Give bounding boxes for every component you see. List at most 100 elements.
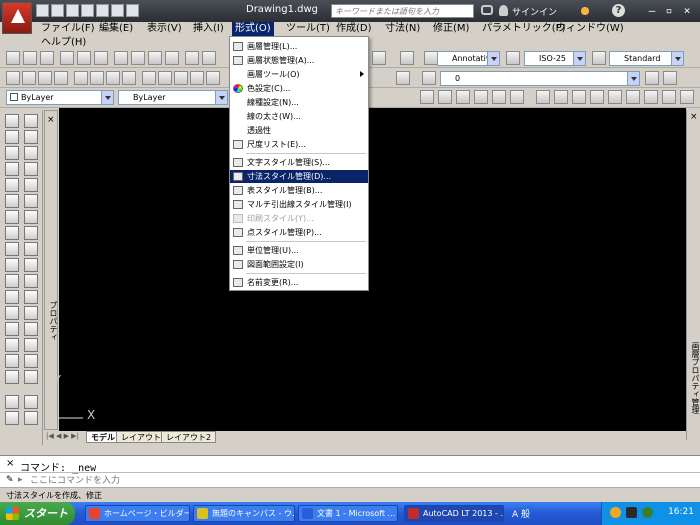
text-style-select[interactable]: Standard — [609, 51, 684, 66]
print-icon[interactable] — [96, 4, 109, 17]
snap-tracking-icon[interactable] — [420, 90, 434, 104]
signin-button[interactable]: サインイン — [512, 5, 557, 18]
menu-file[interactable]: ファイル(F) — [38, 22, 98, 36]
save-icon[interactable] — [66, 4, 79, 17]
offset-icon[interactable] — [24, 162, 38, 176]
taskbar-item-word[interactable]: 文書 1 - Microsoft ... — [298, 505, 398, 522]
scale-icon[interactable] — [24, 226, 38, 240]
design-center-icon[interactable] — [5, 411, 19, 425]
cut-icon[interactable] — [114, 51, 128, 65]
taskbar-item-canvas[interactable]: 無題のキャンバス - ウ... — [193, 505, 295, 522]
tab-nav-arrows[interactable]: |◀ ◀ ▶ ▶| — [46, 432, 79, 440]
make-current-icon[interactable] — [645, 71, 659, 85]
trim-icon[interactable] — [24, 258, 38, 272]
help-toolbar-icon[interactable] — [400, 51, 414, 65]
mtext-icon[interactable] — [24, 370, 38, 384]
text-style-toolbar-icon[interactable] — [424, 51, 438, 65]
draw-line-icon[interactable] — [5, 114, 19, 128]
clock[interactable]: 16:21 — [668, 507, 694, 517]
extension-snap-icon[interactable] — [510, 90, 524, 104]
binoculars-icon[interactable] — [481, 5, 493, 15]
user-icon[interactable] — [499, 5, 508, 16]
tray-network-icon[interactable] — [626, 507, 637, 518]
menu-item-multileader-style[interactable]: マルチ引出線スタイル管理(I) — [230, 198, 368, 211]
dim-style-toolbar-icon[interactable] — [506, 51, 520, 65]
chevron-right-icon[interactable]: ▸ — [18, 475, 23, 485]
close-icon[interactable]: × — [680, 4, 694, 17]
cloud-icon[interactable] — [5, 226, 19, 240]
table-style-toolbar-icon[interactable] — [592, 51, 606, 65]
match-properties-icon[interactable] — [165, 51, 179, 65]
xline-icon[interactable] — [5, 130, 19, 144]
close-icon[interactable]: × — [690, 112, 698, 122]
menu-item-units[interactable]: 単位管理(U)... — [230, 244, 368, 257]
new-icon[interactable] — [36, 4, 49, 17]
menu-tools[interactable]: ツール(T) — [283, 22, 333, 36]
menu-item-drawing-limits[interactable]: 図面範囲設定(I) — [230, 258, 368, 271]
menu-item-table-style[interactable]: 表スタイル管理(B)... — [230, 184, 368, 197]
table-icon[interactable] — [5, 370, 19, 384]
draw-circle-icon[interactable] — [5, 210, 19, 224]
layer-select[interactable]: 0 — [440, 71, 640, 86]
rotate-icon[interactable] — [24, 210, 38, 224]
menu-item-layer-manager[interactable]: 画層管理(L)... — [230, 40, 368, 53]
mirror-icon[interactable] — [24, 146, 38, 160]
redo-toolbar-icon[interactable] — [202, 51, 216, 65]
copy-object-icon[interactable] — [24, 130, 38, 144]
insert-block-icon[interactable] — [5, 290, 19, 304]
draw-spline-icon[interactable] — [5, 242, 19, 256]
layer-match-icon[interactable] — [663, 71, 677, 85]
draw-polygon-icon[interactable] — [5, 162, 19, 176]
revision-cloud-icon[interactable] — [106, 71, 120, 85]
hatch-icon[interactable] — [5, 338, 19, 352]
calculator-icon[interactable] — [372, 51, 386, 65]
color-select[interactable]: ByLayer — [6, 90, 114, 105]
tangent-snap-icon[interactable] — [572, 90, 586, 104]
dim-linear-icon[interactable] — [142, 71, 156, 85]
taskbar-item-autocad[interactable]: AutoCAD LT 2013 - ... — [404, 505, 504, 522]
layer-previous-icon[interactable] — [396, 71, 410, 85]
open-file-icon[interactable] — [23, 51, 37, 65]
ellipse-icon[interactable] — [5, 258, 19, 272]
layer-properties-strip[interactable]: × 画層プロパティ管理 — [686, 110, 700, 440]
close-icon[interactable]: × — [47, 115, 55, 125]
tray-security-icon[interactable] — [642, 507, 653, 518]
ime-indicator[interactable]: A 般 — [512, 507, 530, 520]
paste-icon[interactable] — [148, 51, 162, 65]
annotation-scale-select[interactable]: Annotative — [437, 51, 500, 66]
osnap-settings-icon[interactable] — [680, 90, 694, 104]
apparent-intersection-icon[interactable] — [492, 90, 506, 104]
taskbar-item-homepage-builder[interactable]: ホームページ・ビルダー... — [85, 505, 190, 522]
undo-toolbar-icon[interactable] — [185, 51, 199, 65]
line-icon[interactable] — [6, 71, 20, 85]
properties-icon[interactable] — [5, 395, 19, 409]
menu-item-layer-tools[interactable]: 画層ツール(O) — [230, 68, 368, 81]
redo-icon[interactable] — [126, 4, 139, 17]
point-icon[interactable] — [5, 322, 19, 336]
ellipse-arc-icon[interactable] — [5, 274, 19, 288]
nearest-snap-icon[interactable] — [662, 90, 676, 104]
spline-icon[interactable] — [122, 71, 136, 85]
linetype-select[interactable]: ByLayer — [118, 90, 228, 105]
single-text-icon[interactable] — [24, 395, 38, 409]
publish-icon[interactable] — [94, 51, 108, 65]
undo-icon[interactable] — [111, 4, 124, 17]
open-icon[interactable] — [51, 4, 64, 17]
chevron-down-icon[interactable] — [487, 52, 499, 65]
menu-item-transparency[interactable]: 透過性 — [230, 124, 368, 137]
minimize-icon[interactable]: – — [645, 4, 659, 17]
menu-item-text-style[interactable]: 文字スタイル管理(S)... — [230, 156, 368, 169]
stretch-icon[interactable] — [24, 242, 38, 256]
midpoint-snap-icon[interactable] — [456, 90, 470, 104]
tray-app-icon[interactable] — [610, 507, 621, 518]
maximize-icon[interactable]: ▫ — [662, 4, 676, 17]
dim-style-select[interactable]: ISO-25 — [524, 51, 586, 66]
close-icon[interactable]: × — [6, 458, 14, 469]
menu-modify[interactable]: 修正(M) — [430, 22, 472, 36]
tab-layout2[interactable]: レイアウト2 — [161, 431, 217, 443]
dim-ordinate-icon[interactable] — [190, 71, 204, 85]
draw-arc-icon[interactable] — [5, 194, 19, 208]
save-as-icon[interactable] — [81, 4, 94, 17]
chevron-down-icon[interactable] — [573, 52, 585, 65]
move-icon[interactable] — [24, 194, 38, 208]
